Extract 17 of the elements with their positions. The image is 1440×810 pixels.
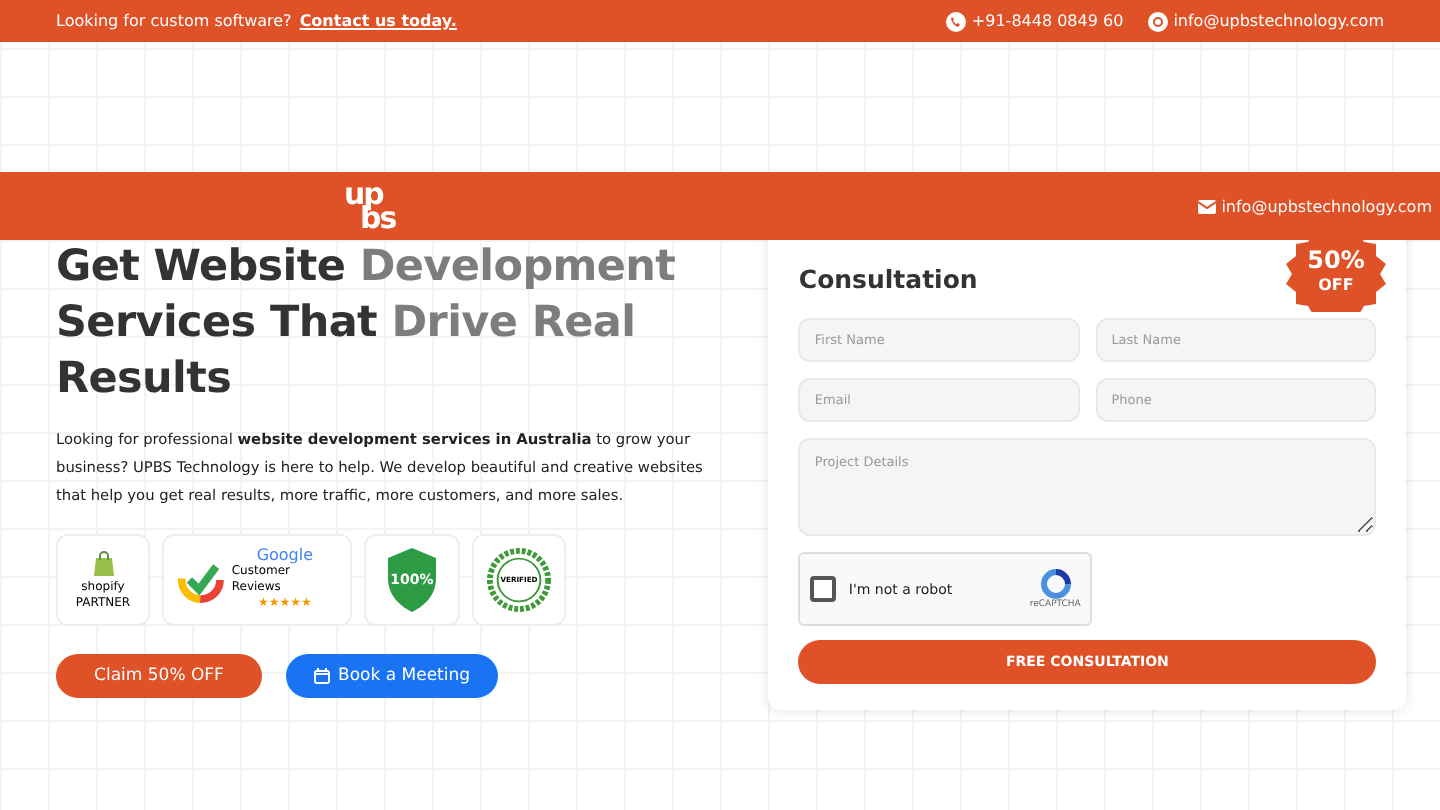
hero-heading: Get Website Development Services That Drive Real Results: [56, 240, 678, 408]
header-email[interactable]: info@upbstechnology.com: [1221, 197, 1432, 215]
shopping-bag-icon: [89, 549, 117, 577]
contact-link[interactable]: Contact us today.: [299, 12, 457, 30]
calendar-icon: [314, 668, 330, 684]
email-address: info@upbstechnology.com: [1173, 12, 1384, 30]
phone-icon: [945, 11, 966, 31]
top-bar-text: Looking for custom software?: [56, 12, 292, 30]
book-meeting-button[interactable]: Book a Meeting: [286, 654, 499, 698]
captcha-checkbox[interactable]: [810, 576, 837, 602]
logo[interactable]: up bs: [344, 182, 396, 230]
badge-text: Google: [256, 548, 314, 564]
phone-number: +91-8448 0849 60: [971, 12, 1124, 30]
claim-offer-button[interactable]: Claim 50% OFF: [56, 654, 262, 698]
form-heading: Consultation: [798, 264, 978, 294]
envelope-icon: [1197, 199, 1216, 213]
shield-icon: [384, 546, 440, 614]
